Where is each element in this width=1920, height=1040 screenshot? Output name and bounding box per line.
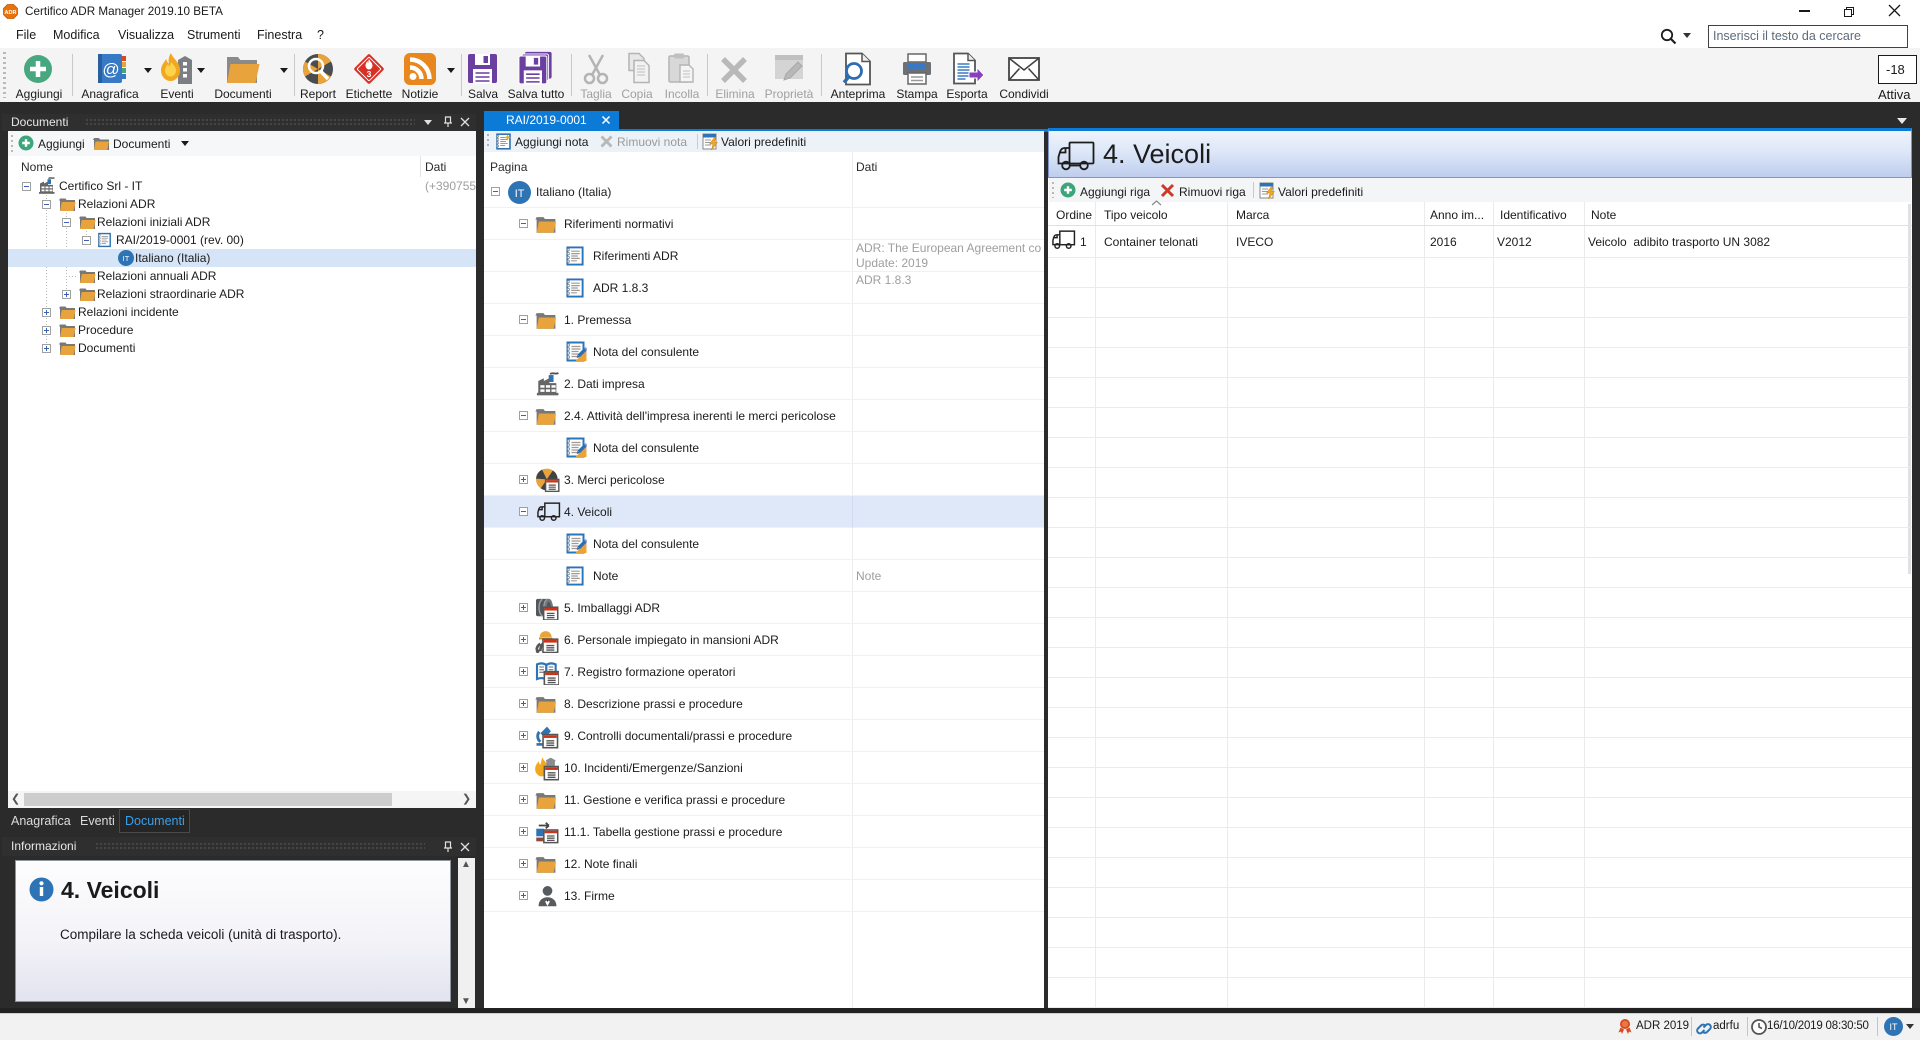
svg-text:ADR: ADR xyxy=(5,10,17,16)
svg-text:@: @ xyxy=(102,60,119,79)
svg-text:3: 3 xyxy=(367,69,372,79)
